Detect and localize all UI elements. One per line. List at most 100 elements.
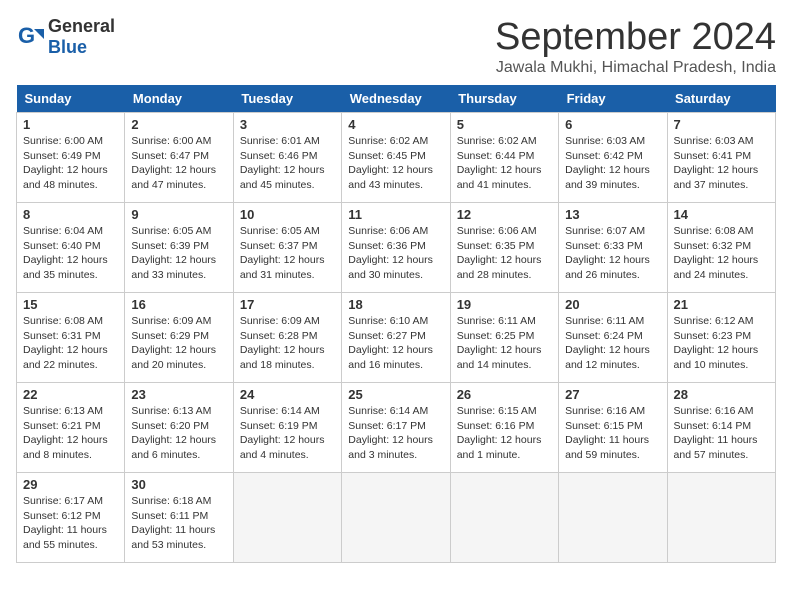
cell-info: Sunrise: 6:00 AMSunset: 6:47 PMDaylight:… xyxy=(131,134,226,193)
calendar-cell: 10 Sunrise: 6:05 AMSunset: 6:37 PMDayligh… xyxy=(233,203,341,293)
day-number: 7 xyxy=(674,117,769,132)
calendar-table: SundayMondayTuesdayWednesdayThursdayFrid… xyxy=(16,85,776,563)
day-number: 9 xyxy=(131,207,226,222)
cell-info: Sunrise: 6:14 AMSunset: 6:19 PMDaylight:… xyxy=(240,404,335,463)
col-header-wednesday: Wednesday xyxy=(342,85,450,113)
calendar-cell: 6 Sunrise: 6:03 AMSunset: 6:42 PMDaylight… xyxy=(559,113,667,203)
day-number: 28 xyxy=(674,387,769,402)
calendar-cell xyxy=(559,473,667,563)
day-number: 6 xyxy=(565,117,660,132)
calendar-cell: 20 Sunrise: 6:11 AMSunset: 6:24 PMDayligh… xyxy=(559,293,667,383)
day-number: 2 xyxy=(131,117,226,132)
cell-info: Sunrise: 6:08 AMSunset: 6:32 PMDaylight:… xyxy=(674,224,769,283)
cell-info: Sunrise: 6:13 AMSunset: 6:20 PMDaylight:… xyxy=(131,404,226,463)
col-header-thursday: Thursday xyxy=(450,85,558,113)
cell-info: Sunrise: 6:03 AMSunset: 6:42 PMDaylight:… xyxy=(565,134,660,193)
logo-icon: G xyxy=(16,23,44,51)
day-number: 20 xyxy=(565,297,660,312)
cell-info: Sunrise: 6:02 AMSunset: 6:45 PMDaylight:… xyxy=(348,134,443,193)
calendar-cell xyxy=(342,473,450,563)
day-number: 16 xyxy=(131,297,226,312)
calendar-cell: 16 Sunrise: 6:09 AMSunset: 6:29 PMDayligh… xyxy=(125,293,233,383)
calendar-cell: 13 Sunrise: 6:07 AMSunset: 6:33 PMDayligh… xyxy=(559,203,667,293)
calendar-cell: 21Sunrise: 6:12 AMSunset: 6:23 PMDayligh… xyxy=(667,293,775,383)
logo: G General Blue xyxy=(16,16,115,58)
cell-info: Sunrise: 6:17 AMSunset: 6:12 PMDaylight:… xyxy=(23,494,118,553)
cell-info: Sunrise: 6:07 AMSunset: 6:33 PMDaylight:… xyxy=(565,224,660,283)
cell-info: Sunrise: 6:00 AMSunset: 6:49 PMDaylight:… xyxy=(23,134,118,193)
day-number: 13 xyxy=(565,207,660,222)
cell-info: Sunrise: 6:14 AMSunset: 6:17 PMDaylight:… xyxy=(348,404,443,463)
calendar-cell: 30 Sunrise: 6:18 AMSunset: 6:11 PMDayligh… xyxy=(125,473,233,563)
cell-info: Sunrise: 6:05 AMSunset: 6:39 PMDaylight:… xyxy=(131,224,226,283)
calendar-cell: 9 Sunrise: 6:05 AMSunset: 6:39 PMDaylight… xyxy=(125,203,233,293)
calendar-cell: 28Sunrise: 6:16 AMSunset: 6:14 PMDayligh… xyxy=(667,383,775,473)
svg-text:G: G xyxy=(18,23,35,48)
day-number: 4 xyxy=(348,117,443,132)
cell-info: Sunrise: 6:02 AMSunset: 6:44 PMDaylight:… xyxy=(457,134,552,193)
cell-info: Sunrise: 6:06 AMSunset: 6:36 PMDaylight:… xyxy=(348,224,443,283)
day-number: 24 xyxy=(240,387,335,402)
calendar-cell: 23Sunrise: 6:13 AMSunset: 6:20 PMDayligh… xyxy=(125,383,233,473)
day-number: 19 xyxy=(457,297,552,312)
cell-info: Sunrise: 6:11 AMSunset: 6:24 PMDaylight:… xyxy=(565,314,660,373)
day-number: 17 xyxy=(240,297,335,312)
cell-info: Sunrise: 6:01 AMSunset: 6:46 PMDaylight:… xyxy=(240,134,335,193)
day-number: 12 xyxy=(457,207,552,222)
calendar-cell: 17 Sunrise: 6:09 AMSunset: 6:28 PMDayligh… xyxy=(233,293,341,383)
calendar-cell: 15 Sunrise: 6:08 AMSunset: 6:31 PMDayligh… xyxy=(17,293,125,383)
logo-blue-text: Blue xyxy=(48,37,87,57)
calendar-cell: 4 Sunrise: 6:02 AMSunset: 6:45 PMDaylight… xyxy=(342,113,450,203)
calendar-cell: 18 Sunrise: 6:10 AMSunset: 6:27 PMDayligh… xyxy=(342,293,450,383)
cell-info: Sunrise: 6:15 AMSunset: 6:16 PMDaylight:… xyxy=(457,404,552,463)
cell-info: Sunrise: 6:04 AMSunset: 6:40 PMDaylight:… xyxy=(23,224,118,283)
calendar-cell: 8 Sunrise: 6:04 AMSunset: 6:40 PMDaylight… xyxy=(17,203,125,293)
cell-info: Sunrise: 6:18 AMSunset: 6:11 PMDaylight:… xyxy=(131,494,226,553)
day-number: 1 xyxy=(23,117,118,132)
calendar-cell xyxy=(667,473,775,563)
day-number: 27 xyxy=(565,387,660,402)
calendar-cell: 26 Sunrise: 6:15 AMSunset: 6:16 PMDayligh… xyxy=(450,383,558,473)
cell-info: Sunrise: 6:08 AMSunset: 6:31 PMDaylight:… xyxy=(23,314,118,373)
cell-info: Sunrise: 6:05 AMSunset: 6:37 PMDaylight:… xyxy=(240,224,335,283)
cell-info: Sunrise: 6:09 AMSunset: 6:29 PMDaylight:… xyxy=(131,314,226,373)
day-number: 5 xyxy=(457,117,552,132)
cell-info: Sunrise: 6:12 AMSunset: 6:23 PMDaylight:… xyxy=(674,314,769,373)
day-number: 29 xyxy=(23,477,118,492)
day-number: 18 xyxy=(348,297,443,312)
calendar-cell: 5 Sunrise: 6:02 AMSunset: 6:44 PMDaylight… xyxy=(450,113,558,203)
col-header-friday: Friday xyxy=(559,85,667,113)
logo-general-text: General xyxy=(48,16,115,36)
day-number: 15 xyxy=(23,297,118,312)
title-area: September 2024 Jawala Mukhi, Himachal Pr… xyxy=(495,16,776,77)
calendar-cell: 7 Sunrise: 6:03 AMSunset: 6:41 PMDaylight… xyxy=(667,113,775,203)
day-number: 25 xyxy=(348,387,443,402)
cell-info: Sunrise: 6:09 AMSunset: 6:28 PMDaylight:… xyxy=(240,314,335,373)
day-number: 11 xyxy=(348,207,443,222)
calendar-cell: 14Sunrise: 6:08 AMSunset: 6:32 PMDayligh… xyxy=(667,203,775,293)
col-header-tuesday: Tuesday xyxy=(233,85,341,113)
calendar-cell xyxy=(450,473,558,563)
calendar-cell: 29 Sunrise: 6:17 AMSunset: 6:12 PMDayligh… xyxy=(17,473,125,563)
calendar-cell: 27Sunrise: 6:16 AMSunset: 6:15 PMDayligh… xyxy=(559,383,667,473)
day-number: 22 xyxy=(23,387,118,402)
calendar-cell: 12 Sunrise: 6:06 AMSunset: 6:35 PMDayligh… xyxy=(450,203,558,293)
calendar-cell: 25 Sunrise: 6:14 AMSunset: 6:17 PMDayligh… xyxy=(342,383,450,473)
calendar-cell: 19 Sunrise: 6:11 AMSunset: 6:25 PMDayligh… xyxy=(450,293,558,383)
month-title: September 2024 xyxy=(495,16,776,59)
cell-info: Sunrise: 6:11 AMSunset: 6:25 PMDaylight:… xyxy=(457,314,552,373)
cell-info: Sunrise: 6:10 AMSunset: 6:27 PMDaylight:… xyxy=(348,314,443,373)
cell-info: Sunrise: 6:13 AMSunset: 6:21 PMDaylight:… xyxy=(23,404,118,463)
calendar-cell: 1 Sunrise: 6:00 AMSunset: 6:49 PMDaylight… xyxy=(17,113,125,203)
cell-info: Sunrise: 6:06 AMSunset: 6:35 PMDaylight:… xyxy=(457,224,552,283)
day-number: 10 xyxy=(240,207,335,222)
col-header-saturday: Saturday xyxy=(667,85,775,113)
calendar-cell: 2 Sunrise: 6:00 AMSunset: 6:47 PMDaylight… xyxy=(125,113,233,203)
day-number: 30 xyxy=(131,477,226,492)
calendar-cell: 11 Sunrise: 6:06 AMSunset: 6:36 PMDayligh… xyxy=(342,203,450,293)
cell-info: Sunrise: 6:03 AMSunset: 6:41 PMDaylight:… xyxy=(674,134,769,193)
header: G General Blue September 2024 Jawala Muk… xyxy=(16,16,776,77)
day-number: 8 xyxy=(23,207,118,222)
calendar-cell: 24 Sunrise: 6:14 AMSunset: 6:19 PMDayligh… xyxy=(233,383,341,473)
day-number: 26 xyxy=(457,387,552,402)
